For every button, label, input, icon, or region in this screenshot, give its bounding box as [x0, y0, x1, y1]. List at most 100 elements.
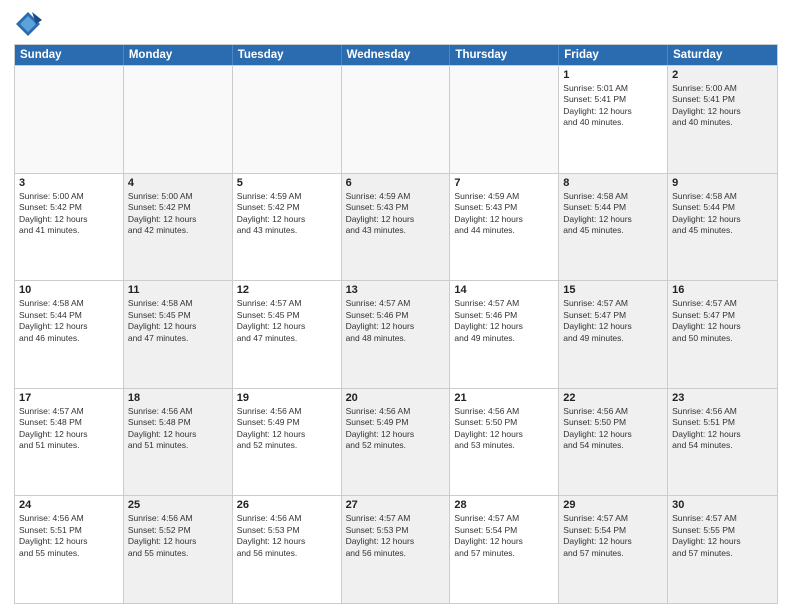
day-number: 15 [563, 284, 663, 296]
calendar-row: 3 Sunrise: 5:00 AM Sunset: 5:42 PM Daylig… [15, 173, 777, 281]
calendar-cell: 13 Sunrise: 4:57 AM Sunset: 5:46 PM Dayli… [342, 281, 451, 388]
day-number: 6 [346, 177, 446, 189]
day-number: 29 [563, 499, 663, 511]
day-number: 26 [237, 499, 337, 511]
day-info: Sunrise: 4:57 AM Sunset: 5:55 PM Dayligh… [672, 513, 773, 559]
day-number: 18 [128, 392, 228, 404]
calendar-cell: 22 Sunrise: 4:56 AM Sunset: 5:50 PM Dayli… [559, 389, 668, 496]
calendar-header-cell: Sunday [15, 45, 124, 65]
day-info: Sunrise: 4:56 AM Sunset: 5:49 PM Dayligh… [346, 406, 446, 452]
calendar-cell: 4 Sunrise: 5:00 AM Sunset: 5:42 PM Daylig… [124, 174, 233, 281]
day-info: Sunrise: 4:59 AM Sunset: 5:42 PM Dayligh… [237, 191, 337, 237]
calendar-body: 1 Sunrise: 5:01 AM Sunset: 5:41 PM Daylig… [15, 65, 777, 603]
calendar-cell [450, 66, 559, 173]
calendar-cell: 9 Sunrise: 4:58 AM Sunset: 5:44 PM Daylig… [668, 174, 777, 281]
day-info: Sunrise: 4:56 AM Sunset: 5:51 PM Dayligh… [672, 406, 773, 452]
day-info: Sunrise: 4:58 AM Sunset: 5:44 PM Dayligh… [672, 191, 773, 237]
calendar-cell: 26 Sunrise: 4:56 AM Sunset: 5:53 PM Dayli… [233, 496, 342, 603]
calendar-cell: 29 Sunrise: 4:57 AM Sunset: 5:54 PM Dayli… [559, 496, 668, 603]
calendar-row: 17Sunrise: 4:57 AM Sunset: 5:48 PM Dayli… [15, 388, 777, 496]
day-number: 2 [672, 69, 773, 81]
day-number: 7 [454, 177, 554, 189]
calendar-header-cell: Saturday [668, 45, 777, 65]
calendar-cell: 30 Sunrise: 4:57 AM Sunset: 5:55 PM Dayli… [668, 496, 777, 603]
calendar-cell: 5 Sunrise: 4:59 AM Sunset: 5:42 PM Daylig… [233, 174, 342, 281]
day-number: 16 [672, 284, 773, 296]
day-info: Sunrise: 4:58 AM Sunset: 5:44 PM Dayligh… [563, 191, 663, 237]
calendar-cell: 14 Sunrise: 4:57 AM Sunset: 5:46 PM Dayli… [450, 281, 559, 388]
calendar-header-cell: Thursday [450, 45, 559, 65]
day-info: Sunrise: 4:59 AM Sunset: 5:43 PM Dayligh… [346, 191, 446, 237]
calendar-cell: 27 Sunrise: 4:57 AM Sunset: 5:53 PM Dayli… [342, 496, 451, 603]
calendar-cell: 20 Sunrise: 4:56 AM Sunset: 5:49 PM Dayli… [342, 389, 451, 496]
day-info: Sunrise: 4:57 AM Sunset: 5:53 PM Dayligh… [346, 513, 446, 559]
day-number: 11 [128, 284, 228, 296]
day-info: Sunrise: 4:57 AM Sunset: 5:48 PM Dayligh… [19, 406, 119, 452]
day-number: 4 [128, 177, 228, 189]
calendar-cell: 21 Sunrise: 4:56 AM Sunset: 5:50 PM Dayli… [450, 389, 559, 496]
day-info: Sunrise: 4:57 AM Sunset: 5:54 PM Dayligh… [563, 513, 663, 559]
day-info: Sunrise: 4:57 AM Sunset: 5:46 PM Dayligh… [346, 298, 446, 344]
day-info: Sunrise: 4:58 AM Sunset: 5:45 PM Dayligh… [128, 298, 228, 344]
day-number: 27 [346, 499, 446, 511]
calendar-cell: 11 Sunrise: 4:58 AM Sunset: 5:45 PM Dayli… [124, 281, 233, 388]
day-info: Sunrise: 4:57 AM Sunset: 5:47 PM Dayligh… [563, 298, 663, 344]
header [14, 10, 778, 38]
day-number: 28 [454, 499, 554, 511]
calendar-cell: 28 Sunrise: 4:57 AM Sunset: 5:54 PM Dayli… [450, 496, 559, 603]
calendar-row: 24 Sunrise: 4:56 AM Sunset: 5:51 PM Dayli… [15, 495, 777, 603]
calendar-cell [124, 66, 233, 173]
day-info: Sunrise: 4:56 AM Sunset: 5:51 PM Dayligh… [19, 513, 119, 559]
calendar-cell [15, 66, 124, 173]
day-info: Sunrise: 4:56 AM Sunset: 5:53 PM Dayligh… [237, 513, 337, 559]
day-number: 19 [237, 392, 337, 404]
day-info: Sunrise: 4:56 AM Sunset: 5:50 PM Dayligh… [454, 406, 554, 452]
calendar-cell: 25 Sunrise: 4:56 AM Sunset: 5:52 PM Dayli… [124, 496, 233, 603]
day-number: 8 [563, 177, 663, 189]
calendar-header-cell: Wednesday [342, 45, 451, 65]
calendar-cell: 8 Sunrise: 4:58 AM Sunset: 5:44 PM Daylig… [559, 174, 668, 281]
day-number: 24 [19, 499, 119, 511]
day-number: 21 [454, 392, 554, 404]
day-number: 10 [19, 284, 119, 296]
day-info: Sunrise: 5:01 AM Sunset: 5:41 PM Dayligh… [563, 83, 663, 129]
calendar-header-cell: Monday [124, 45, 233, 65]
calendar-cell: 19Sunrise: 4:56 AM Sunset: 5:49 PM Dayli… [233, 389, 342, 496]
day-info: Sunrise: 5:00 AM Sunset: 5:42 PM Dayligh… [128, 191, 228, 237]
calendar-header-cell: Tuesday [233, 45, 342, 65]
calendar-header-cell: Friday [559, 45, 668, 65]
calendar-cell: 1 Sunrise: 5:01 AM Sunset: 5:41 PM Daylig… [559, 66, 668, 173]
day-info: Sunrise: 4:56 AM Sunset: 5:52 PM Dayligh… [128, 513, 228, 559]
day-number: 25 [128, 499, 228, 511]
calendar-row: 10 Sunrise: 4:58 AM Sunset: 5:44 PM Dayli… [15, 280, 777, 388]
day-number: 9 [672, 177, 773, 189]
day-info: Sunrise: 4:57 AM Sunset: 5:45 PM Dayligh… [237, 298, 337, 344]
day-info: Sunrise: 4:57 AM Sunset: 5:46 PM Dayligh… [454, 298, 554, 344]
day-number: 14 [454, 284, 554, 296]
day-number: 20 [346, 392, 446, 404]
day-number: 30 [672, 499, 773, 511]
day-number: 3 [19, 177, 119, 189]
calendar-cell: 18 Sunrise: 4:56 AM Sunset: 5:48 PM Dayli… [124, 389, 233, 496]
calendar-cell: 17Sunrise: 4:57 AM Sunset: 5:48 PM Dayli… [15, 389, 124, 496]
calendar-cell: 24 Sunrise: 4:56 AM Sunset: 5:51 PM Dayli… [15, 496, 124, 603]
day-number: 22 [563, 392, 663, 404]
day-number: 5 [237, 177, 337, 189]
calendar-header-row: SundayMondayTuesdayWednesdayThursdayFrid… [15, 45, 777, 65]
calendar-row: 1 Sunrise: 5:01 AM Sunset: 5:41 PM Daylig… [15, 65, 777, 173]
calendar-cell: 6 Sunrise: 4:59 AM Sunset: 5:43 PM Daylig… [342, 174, 451, 281]
day-info: Sunrise: 4:56 AM Sunset: 5:50 PM Dayligh… [563, 406, 663, 452]
calendar-cell: 16Sunrise: 4:57 AM Sunset: 5:47 PM Dayli… [668, 281, 777, 388]
logo-icon [14, 10, 42, 38]
calendar-cell: 2 Sunrise: 5:00 AM Sunset: 5:41 PM Daylig… [668, 66, 777, 173]
day-info: Sunrise: 5:00 AM Sunset: 5:41 PM Dayligh… [672, 83, 773, 129]
calendar-cell: 3Sunrise: 5:00 AM Sunset: 5:42 PM Daylig… [15, 174, 124, 281]
calendar-cell: 7Sunrise: 4:59 AM Sunset: 5:43 PM Daylig… [450, 174, 559, 281]
day-info: Sunrise: 4:57 AM Sunset: 5:54 PM Dayligh… [454, 513, 554, 559]
day-number: 13 [346, 284, 446, 296]
day-info: Sunrise: 4:56 AM Sunset: 5:48 PM Dayligh… [128, 406, 228, 452]
day-info: Sunrise: 4:58 AM Sunset: 5:44 PM Dayligh… [19, 298, 119, 344]
page: SundayMondayTuesdayWednesdayThursdayFrid… [0, 0, 792, 612]
day-number: 1 [563, 69, 663, 81]
calendar-cell: 12Sunrise: 4:57 AM Sunset: 5:45 PM Dayli… [233, 281, 342, 388]
